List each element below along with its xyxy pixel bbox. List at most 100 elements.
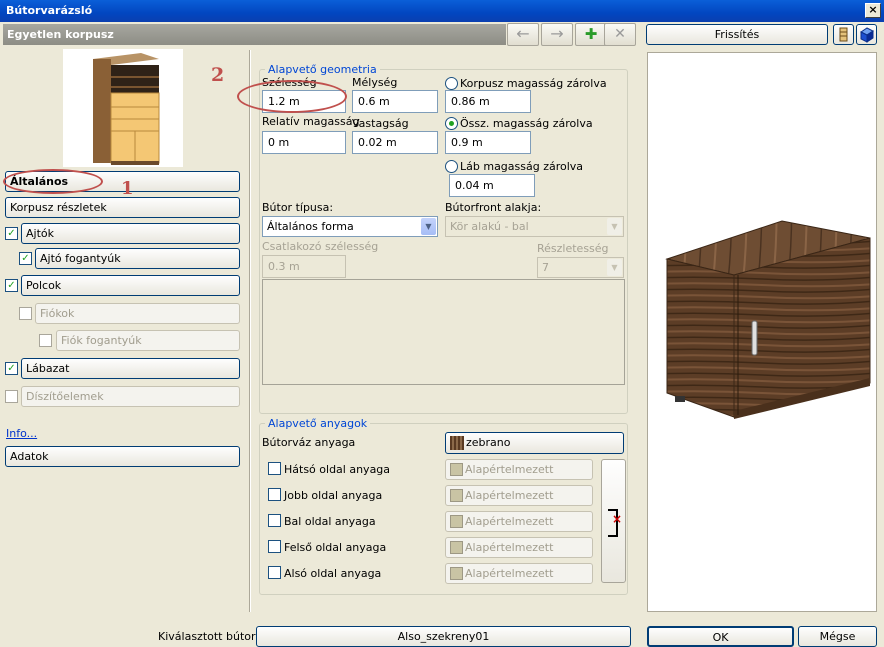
view-3d-button[interactable] bbox=[856, 24, 877, 45]
total-height-field[interactable]: 0.9 m bbox=[445, 131, 531, 154]
clear-icon: × bbox=[612, 512, 623, 526]
frame-material-button[interactable]: zebrano bbox=[445, 432, 624, 454]
close-button[interactable]: × bbox=[865, 3, 881, 18]
sidebar-item-label: Polcok bbox=[26, 279, 62, 292]
data-button[interactable]: Adatok bbox=[5, 446, 240, 467]
drawer-handles-checkbox[interactable] bbox=[39, 334, 52, 347]
clear-materials-button[interactable]: × bbox=[601, 459, 626, 583]
depth-field[interactable]: 0.6 m bbox=[352, 90, 438, 113]
bottom-side-checkbox[interactable] bbox=[268, 566, 281, 579]
front-shape-select[interactable]: Kör alakú - bal ▼ bbox=[445, 216, 624, 237]
leg-height-field[interactable]: 0.04 m bbox=[449, 174, 535, 197]
sidebar-item-label: Fiókok bbox=[40, 307, 75, 320]
chevron-down-icon: ▼ bbox=[607, 218, 622, 235]
sidebar-item-label: Ajtók bbox=[26, 227, 54, 240]
top-side-checkbox[interactable] bbox=[268, 540, 281, 553]
joint-width-field[interactable]: 0.3 m bbox=[262, 255, 346, 278]
detail-level-select[interactable]: 7 ▼ bbox=[537, 257, 624, 278]
window-titlebar: Bútorvarázsló bbox=[0, 0, 884, 22]
door-handles-checkbox[interactable]: ✓ bbox=[19, 252, 32, 265]
back-side-material-value: Alapértelmezett bbox=[465, 463, 554, 476]
bottom-side-material-button[interactable]: Alapértelmezett bbox=[445, 563, 593, 584]
doors-checkbox[interactable]: ✓ bbox=[5, 227, 18, 240]
cancel-label: Mégse bbox=[819, 630, 856, 643]
geometry-group-title: Alapvető geometria bbox=[265, 63, 380, 76]
right-side-checkbox[interactable] bbox=[268, 488, 281, 501]
thickness-field[interactable]: 0.02 m bbox=[352, 131, 438, 154]
delete-button[interactable]: ✕ bbox=[604, 23, 636, 46]
front-shape-value: Kör alakú - bal bbox=[450, 220, 529, 233]
ok-button[interactable]: OK bbox=[647, 626, 794, 647]
frame-material-value: zebrano bbox=[466, 436, 511, 449]
arrow-left-icon: ← bbox=[516, 24, 530, 43]
furniture-type-select[interactable]: Általános forma ▼ bbox=[262, 216, 438, 237]
bottom-side-material-value: Alapértelmezett bbox=[465, 567, 554, 580]
info-link[interactable]: Info... bbox=[6, 427, 37, 440]
lock-leg-height-radio[interactable] bbox=[445, 160, 458, 173]
material-swatch-icon bbox=[450, 515, 463, 528]
right-side-label: Jobb oldal anyaga bbox=[284, 489, 383, 502]
left-side-material-button[interactable]: Alapértelmezett bbox=[445, 511, 593, 532]
frame-material-label: Bútorváz anyaga bbox=[262, 436, 356, 449]
joint-width-label: Csatlakozó szélesség bbox=[262, 240, 379, 253]
sidebar-item-label: Lábazat bbox=[26, 362, 70, 375]
ornaments-checkbox[interactable] bbox=[5, 390, 18, 403]
sidebar-item-plinth[interactable]: Lábazat bbox=[21, 358, 240, 379]
detail-level-value: 7 bbox=[542, 261, 549, 274]
sidebar-item-ornaments[interactable]: Díszítőelemek bbox=[21, 386, 240, 407]
plinth-checkbox[interactable]: ✓ bbox=[5, 362, 18, 375]
left-side-label: Bal oldal anyaga bbox=[284, 515, 376, 528]
material-swatch-icon bbox=[450, 541, 463, 554]
front-shape-label: Bútorfront alakja: bbox=[445, 201, 542, 214]
back-side-checkbox[interactable] bbox=[268, 462, 281, 475]
shelves-checkbox[interactable]: ✓ bbox=[5, 279, 18, 292]
forward-button[interactable]: → bbox=[541, 23, 573, 46]
plus-icon: ✚ bbox=[584, 25, 598, 43]
cancel-button[interactable]: Mégse bbox=[798, 626, 877, 647]
sidebar-item-shelves[interactable]: Polcok bbox=[21, 275, 240, 296]
drawers-checkbox[interactable] bbox=[19, 307, 32, 320]
sidebar-item-label: Díszítőelemek bbox=[26, 390, 104, 403]
panel-separator bbox=[249, 50, 251, 612]
top-side-label: Felső oldal anyaga bbox=[284, 541, 387, 554]
page-title: Egyetlen korpusz bbox=[3, 24, 506, 45]
top-side-material-button[interactable]: Alapértelmezett bbox=[445, 537, 593, 558]
relative-height-field[interactable]: 0 m bbox=[262, 131, 346, 154]
relative-height-label: Relatív magasság bbox=[262, 115, 360, 128]
3d-preview[interactable] bbox=[647, 52, 877, 612]
arrow-right-icon: → bbox=[550, 24, 564, 43]
cabinet-image bbox=[93, 53, 160, 165]
shape-preview-panel bbox=[262, 279, 625, 385]
sidebar-item-body-details[interactable]: Korpusz részletek bbox=[5, 197, 240, 218]
wood-swatch-icon bbox=[450, 436, 464, 450]
left-side-checkbox[interactable] bbox=[268, 514, 281, 527]
sidebar-item-doors[interactable]: Ajtók bbox=[21, 223, 240, 244]
back-side-label: Hátsó oldal anyaga bbox=[284, 463, 391, 476]
material-swatch-icon bbox=[450, 463, 463, 476]
furniture-thumbnail bbox=[63, 49, 183, 167]
close-icon: × bbox=[868, 3, 878, 16]
selected-furniture-button[interactable]: Also_szekreny01 bbox=[256, 626, 631, 647]
detail-level-label: Részletesség bbox=[537, 242, 609, 255]
chevron-down-icon: ▼ bbox=[607, 259, 622, 276]
material-swatch-icon bbox=[450, 567, 463, 580]
lock-body-height-radio[interactable] bbox=[445, 77, 458, 90]
refresh-label: Frissítés bbox=[714, 28, 760, 41]
sidebar-item-label: Korpusz részletek bbox=[10, 201, 107, 214]
body-height-field[interactable]: 0.86 m bbox=[445, 90, 531, 113]
right-side-material-value: Alapértelmezett bbox=[465, 489, 554, 502]
back-button[interactable]: ← bbox=[507, 23, 539, 46]
top-side-material-value: Alapértelmezett bbox=[465, 541, 554, 554]
add-button[interactable]: ✚ bbox=[575, 23, 607, 46]
view-2d-button[interactable] bbox=[833, 24, 854, 45]
right-side-material-button[interactable]: Alapértelmezett bbox=[445, 485, 593, 506]
lock-leg-height-label: Láb magasság zárolva bbox=[460, 160, 584, 173]
sidebar-item-drawers[interactable]: Fiókok bbox=[35, 303, 240, 324]
lock-body-height-label: Korpusz magasság zárolva bbox=[460, 77, 607, 90]
sidebar-item-door-handles[interactable]: Ajtó fogantyúk bbox=[35, 248, 240, 269]
back-side-material-button[interactable]: Alapértelmezett bbox=[445, 459, 593, 480]
x-icon: ✕ bbox=[614, 26, 626, 42]
lock-total-height-radio[interactable] bbox=[445, 117, 458, 130]
refresh-button[interactable]: Frissítés bbox=[646, 24, 828, 45]
sidebar-item-drawer-handles[interactable]: Fiók fogantyúk bbox=[56, 330, 240, 351]
